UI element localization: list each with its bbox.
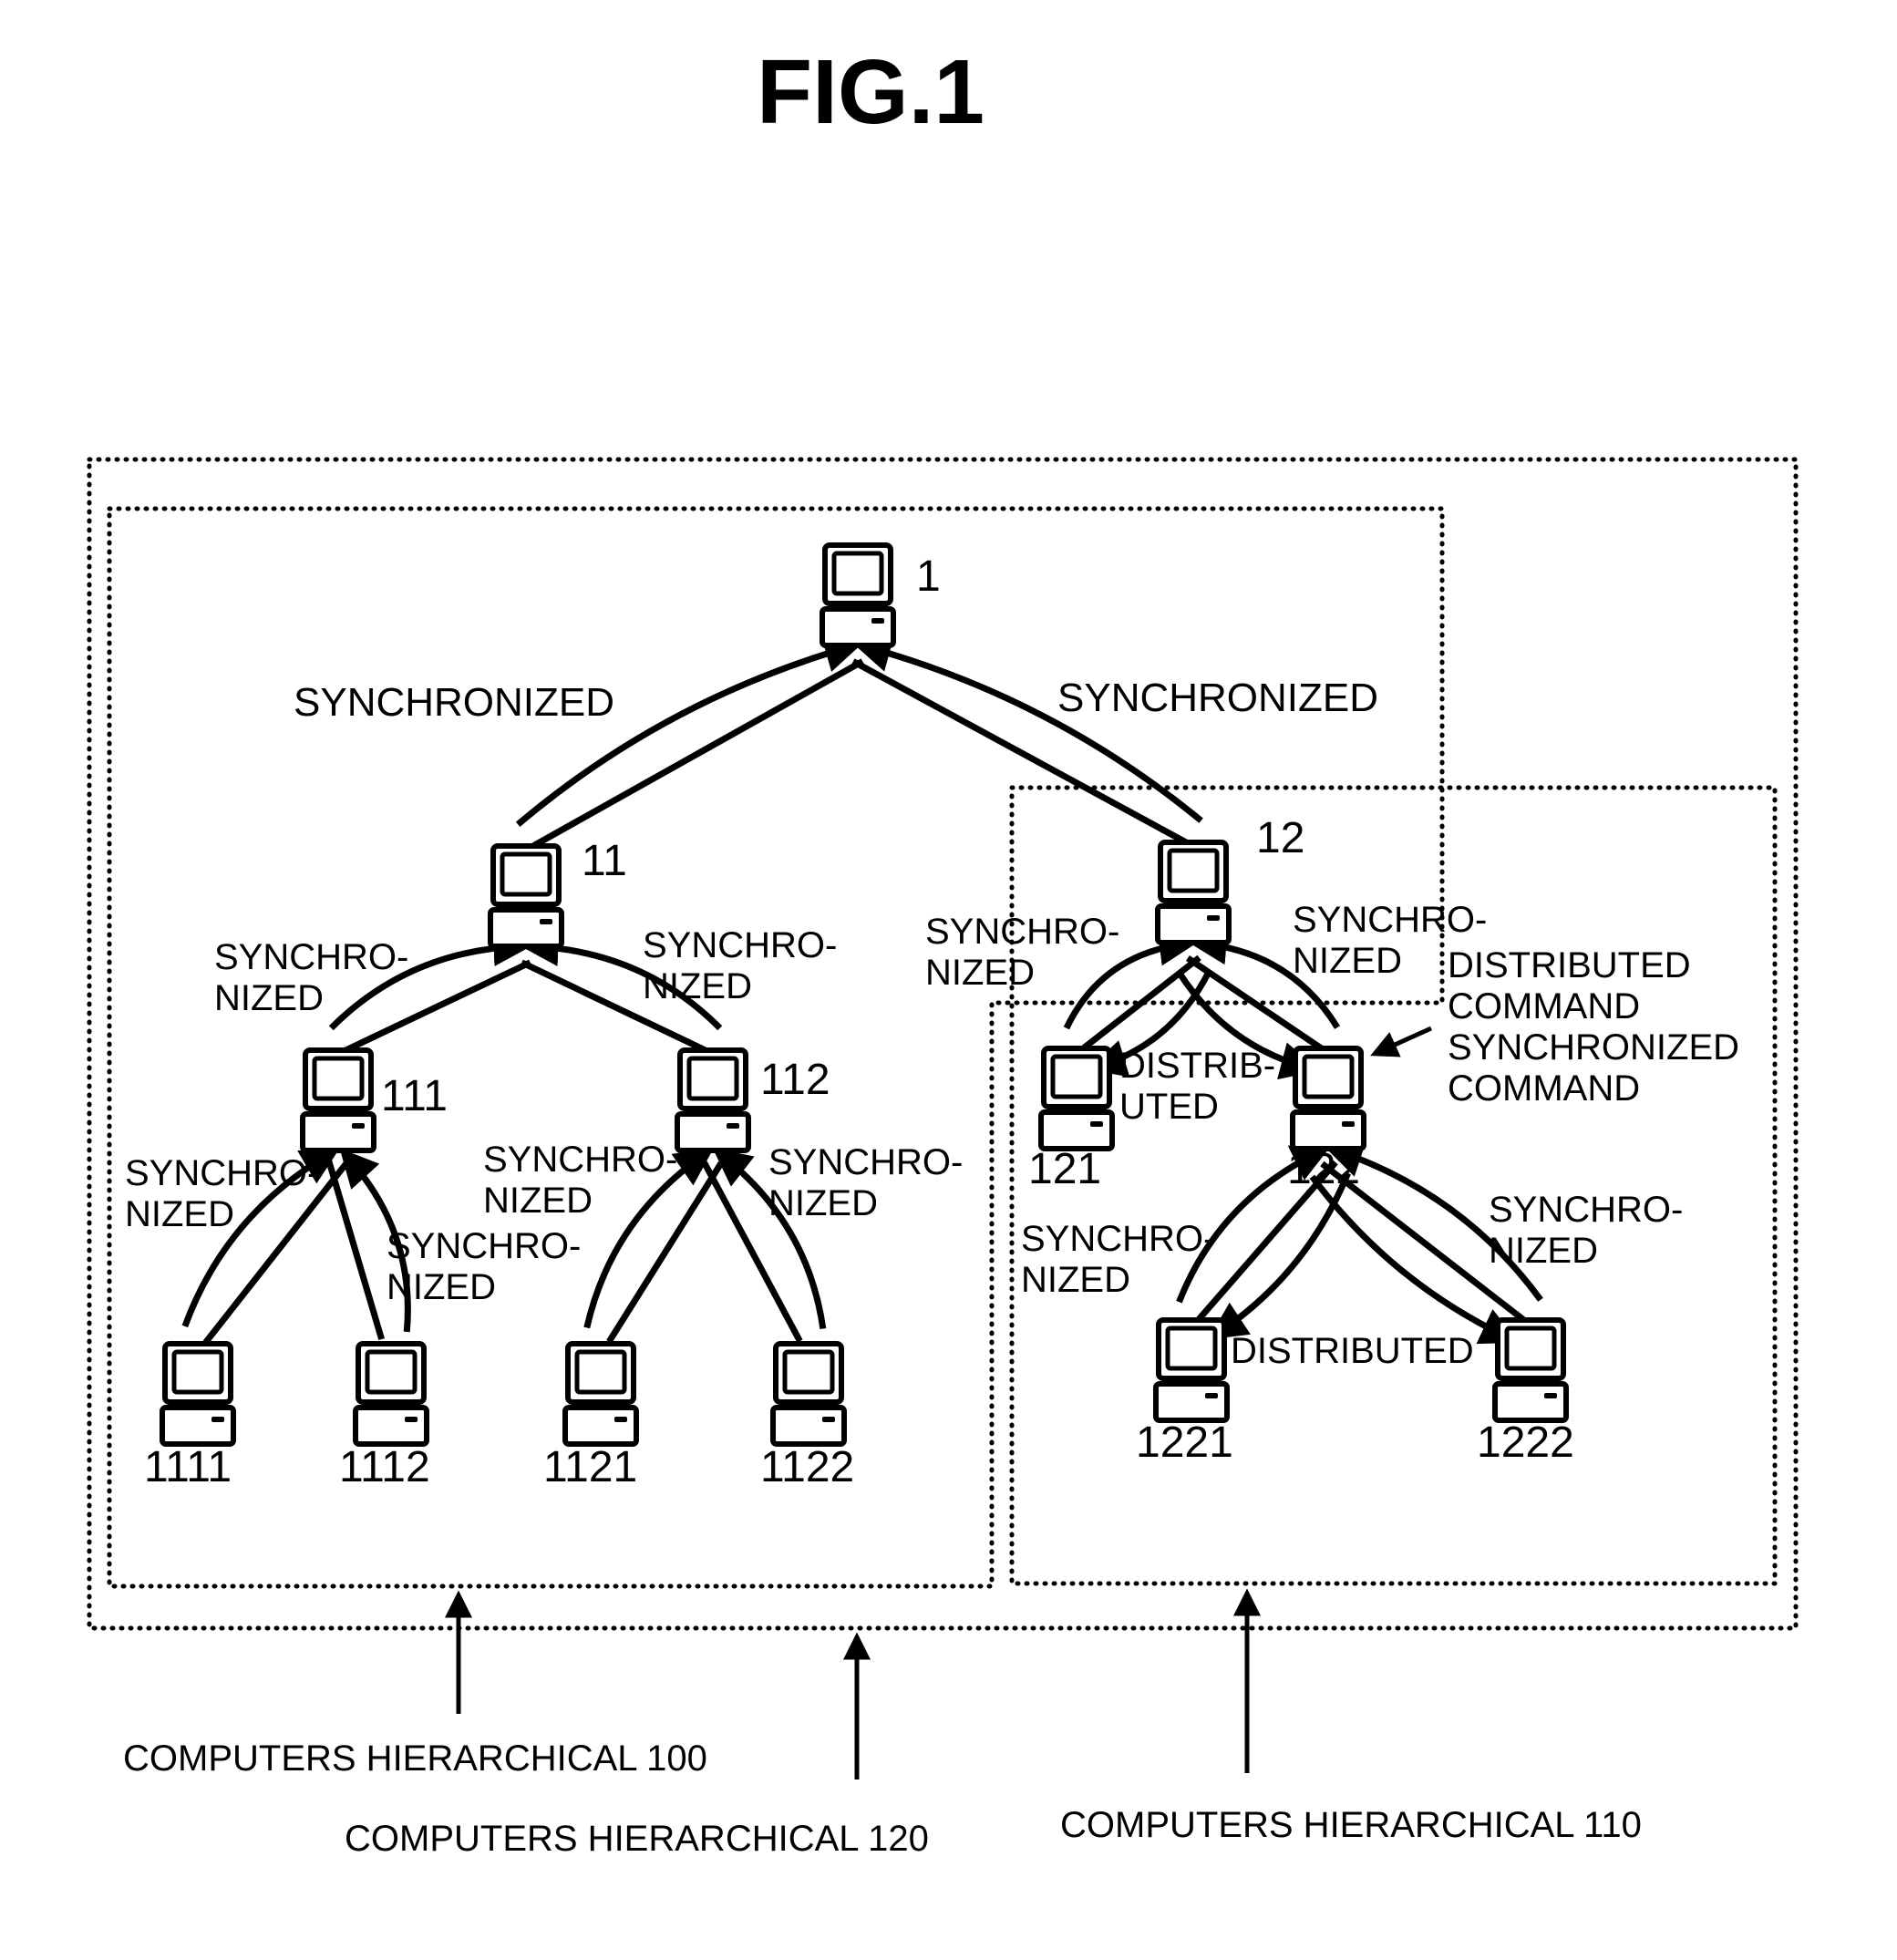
edge-label-line: SYNCHRO- xyxy=(125,1153,319,1193)
computer-icon xyxy=(1038,1046,1115,1151)
node-label: 1111 xyxy=(144,1443,232,1491)
edge-label-line: NIZED xyxy=(483,1181,593,1221)
edge-label-line: SYNCHRO- xyxy=(1489,1190,1683,1230)
node-label: 1 xyxy=(916,552,941,601)
computer-node-121: 121 xyxy=(1028,1046,1115,1193)
node-label: 112 xyxy=(760,1056,830,1104)
node-label: 12 xyxy=(1256,814,1304,862)
synchronized-arrow-11-1 xyxy=(515,634,863,827)
computer-icon xyxy=(675,1047,751,1153)
edge-label-line: SYNCHRO- xyxy=(643,925,837,965)
edge-label-line: NIZED xyxy=(125,1194,234,1234)
node-label: 111 xyxy=(381,1072,448,1120)
edge-label-112-11: SYNCHRO- NIZED xyxy=(643,925,837,1006)
node-label: 1112 xyxy=(339,1443,430,1491)
distributed-arrow-122-1222 xyxy=(1309,1174,1520,1345)
node-label: 11 xyxy=(582,837,627,885)
computer-node-112: 112 xyxy=(675,1047,830,1153)
group-caption-100: COMPUTERS HIERARCHICAL 100 xyxy=(123,1738,707,1779)
edge-label-line: NIZED xyxy=(1489,1231,1598,1271)
computer-node-1222: 1222 xyxy=(1477,1317,1574,1467)
annotation-line: DISTRIBUTED xyxy=(1448,945,1691,985)
group-caption-110: COMPUTERS HIERARCHICAL 110 xyxy=(1060,1805,1642,1845)
node-label: 121 xyxy=(1028,1145,1101,1193)
computer-node-12: 12 xyxy=(1155,814,1304,945)
edge-label-line: SYNCHRO- xyxy=(768,1142,963,1182)
edge-label-line: SYNCHRO- xyxy=(214,937,408,977)
edge-label-line: SYNCHRO- xyxy=(387,1226,581,1266)
edge-label-line: NIZED xyxy=(925,953,1035,993)
edge-label-line: NIZED xyxy=(643,966,752,1006)
edge-label-1111-111: SYNCHRO- NIZED xyxy=(125,1153,319,1234)
edge-label-1122-112: SYNCHRO- NIZED xyxy=(768,1142,963,1223)
node-label: 1221 xyxy=(1136,1418,1233,1467)
computer-node-1111: 1111 xyxy=(144,1341,236,1491)
edge-label-line: NIZED xyxy=(1293,941,1402,981)
annotation-line: COMMAND xyxy=(1448,1068,1640,1109)
edge-label-line: NIZED xyxy=(387,1267,496,1307)
node-label: 122 xyxy=(1287,1145,1360,1193)
computer-icon xyxy=(1290,1046,1366,1151)
computer-icon xyxy=(820,542,896,648)
computer-icon xyxy=(353,1341,429,1447)
annotation-122: DISTRIBUTED COMMAND SYNCHRONIZED COMMAND xyxy=(1448,945,1739,1109)
computer-icon xyxy=(1492,1317,1569,1423)
distributed-label-1221: DISTRIBUTED xyxy=(1231,1331,1474,1371)
computer-icon xyxy=(1153,1317,1230,1423)
computer-node-122: 122 xyxy=(1287,1046,1366,1193)
annotation-122-pointer-arrow xyxy=(1370,1026,1433,1057)
edge-label-line: NIZED xyxy=(214,978,324,1018)
distributed-label-121: DISTRIB- UTED xyxy=(1119,1046,1275,1127)
distributed-label-line: UTED xyxy=(1119,1087,1219,1127)
computer-icon xyxy=(160,1341,236,1447)
edge-label-line: SYNCHRO- xyxy=(1021,1219,1215,1259)
annotation-line: SYNCHRONIZED xyxy=(1448,1027,1739,1068)
computer-icon xyxy=(770,1341,847,1447)
edge-label-line: NIZED xyxy=(768,1183,878,1223)
distributed-label-line: DISTRIB- xyxy=(1119,1046,1275,1086)
edge-label-line: SYNCHRO- xyxy=(1293,900,1487,940)
computer-node-11: 11 xyxy=(488,837,627,949)
annotation-line: COMMAND xyxy=(1448,986,1640,1026)
computer-node-1122: 1122 xyxy=(760,1341,854,1491)
computer-node-1121: 1121 xyxy=(543,1341,639,1491)
computer-node-111: 111 xyxy=(300,1047,448,1153)
edge-label-line: SYNCHRO- xyxy=(483,1140,677,1180)
computer-node-1: 1 xyxy=(820,542,941,648)
computer-node-1112: 1112 xyxy=(339,1341,430,1491)
edge-label-111-11: SYNCHRO- NIZED xyxy=(214,937,408,1018)
node-label: 1122 xyxy=(760,1443,854,1491)
node-label: 1222 xyxy=(1477,1418,1574,1467)
synchronized-arrow-12-1 xyxy=(852,634,1203,823)
figure-title: FIG.1 xyxy=(757,41,985,143)
edge-label-line: SYNCHRO- xyxy=(925,912,1119,952)
computer-node-1221: 1221 xyxy=(1136,1317,1233,1467)
computer-icon xyxy=(488,843,564,949)
edge-label-11-1: SYNCHRONIZED xyxy=(294,680,614,725)
computer-icon xyxy=(562,1341,639,1447)
node-label: 1121 xyxy=(543,1443,637,1491)
edge-label-line: NIZED xyxy=(1021,1260,1130,1300)
group-caption-120: COMPUTERS HIERARCHICAL 120 xyxy=(345,1819,929,1859)
hierarchy-diagram: FIG.1 COMPUTERS HIERARCHICAL 100 COMPUTE… xyxy=(87,41,1799,1859)
edge-label-12-1: SYNCHRONIZED xyxy=(1057,676,1378,720)
edge-label-1112-111: SYNCHRO- NIZED xyxy=(387,1226,581,1307)
computer-icon xyxy=(300,1047,376,1153)
edge-label-1222-122: SYNCHRO- NIZED xyxy=(1489,1190,1683,1271)
edge-label-121-12: SYNCHRO- NIZED xyxy=(925,912,1119,993)
computer-icon xyxy=(1155,840,1232,945)
